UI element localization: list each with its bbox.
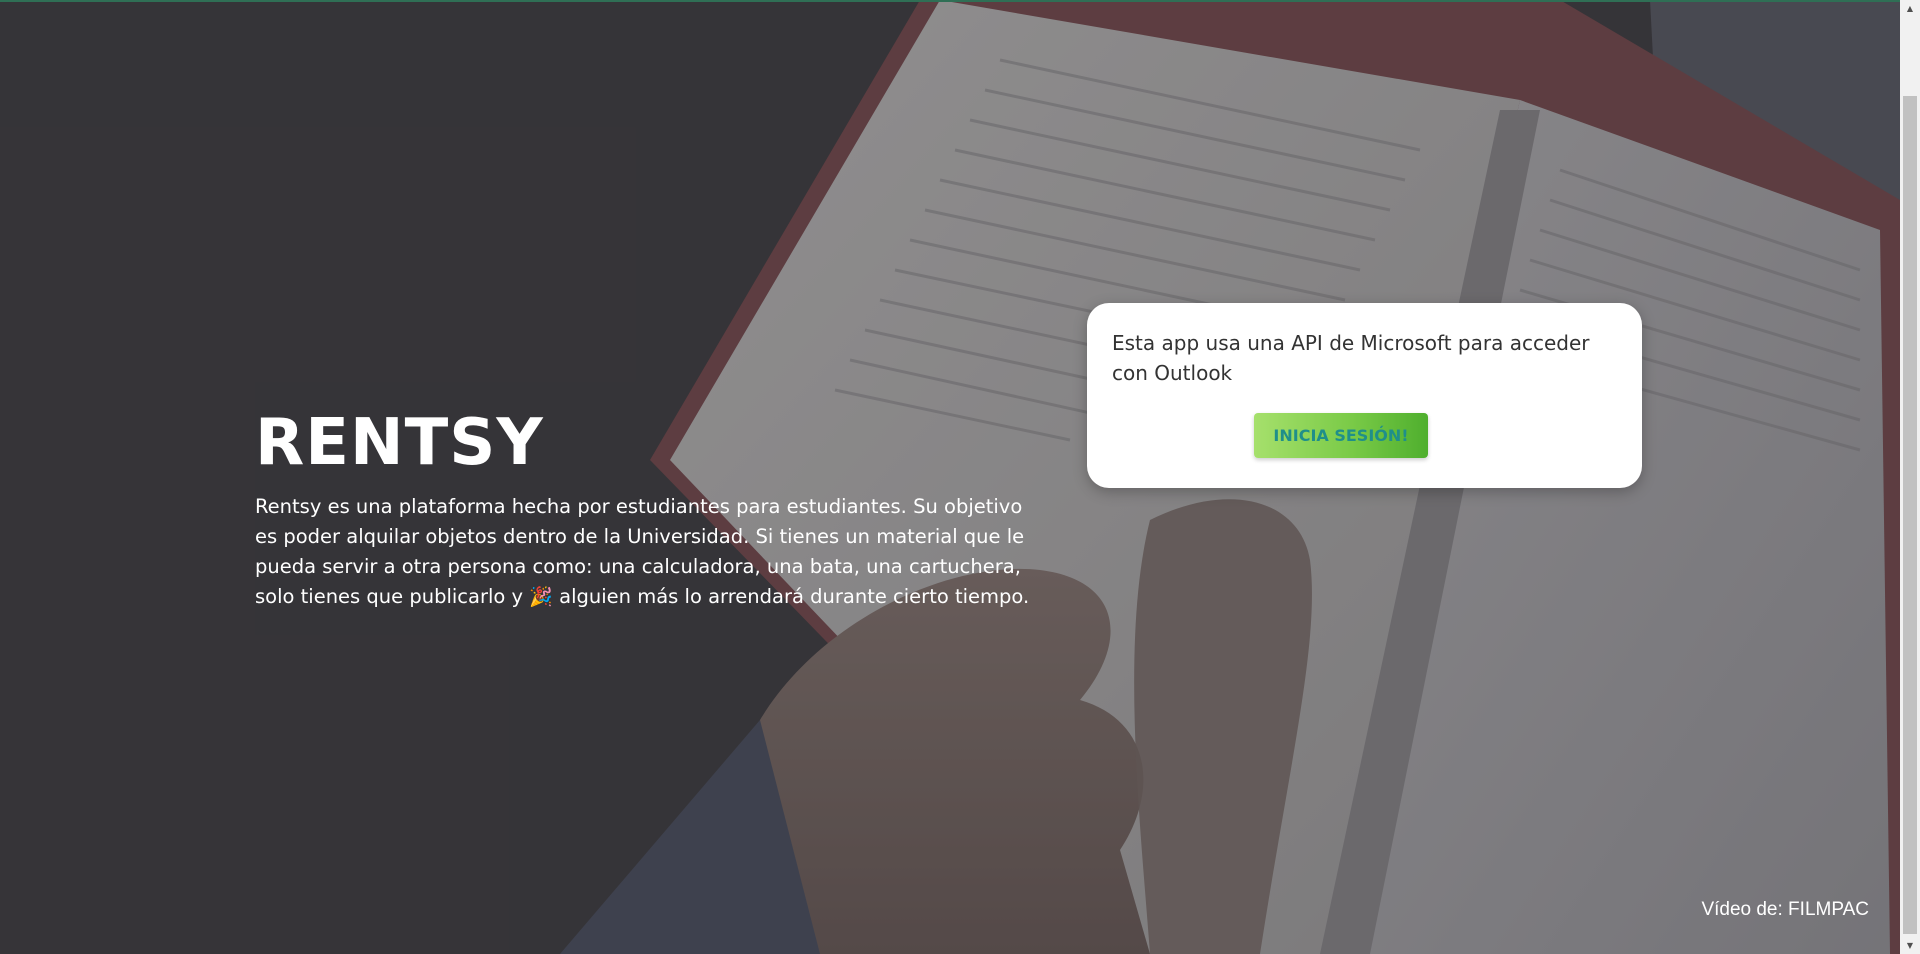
scroll-up-icon[interactable]: ▲ — [1900, 0, 1920, 17]
login-card-text: Esta app usa una API de Microsoft para a… — [1112, 331, 1590, 385]
page-title: RENTSY — [255, 406, 544, 480]
scrollbar[interactable]: ▲ ▼ — [1900, 0, 1920, 954]
party-popper-icon: 🎉 — [529, 586, 553, 608]
top-strip — [0, 0, 1900, 2]
login-card: Esta app usa una API de Microsoft para a… — [1087, 303, 1642, 488]
video-credit: Vídeo de: FILMPAC — [1701, 899, 1869, 920]
hero-description: Rentsy es una plataforma hecha por estud… — [255, 492, 1050, 612]
hero-description-part-2: alguien más lo arrendará durante cierto … — [552, 585, 1030, 608]
page: RENTSY Rentsy es una plataforma hecha po… — [0, 0, 1920, 954]
login-button[interactable]: INICIA SESIÓN! — [1254, 413, 1428, 458]
scroll-down-icon[interactable]: ▼ — [1900, 937, 1920, 954]
scrollbar-thumb[interactable] — [1903, 96, 1917, 934]
hero-section: RENTSY Rentsy es una plataforma hecha po… — [255, 408, 1055, 612]
